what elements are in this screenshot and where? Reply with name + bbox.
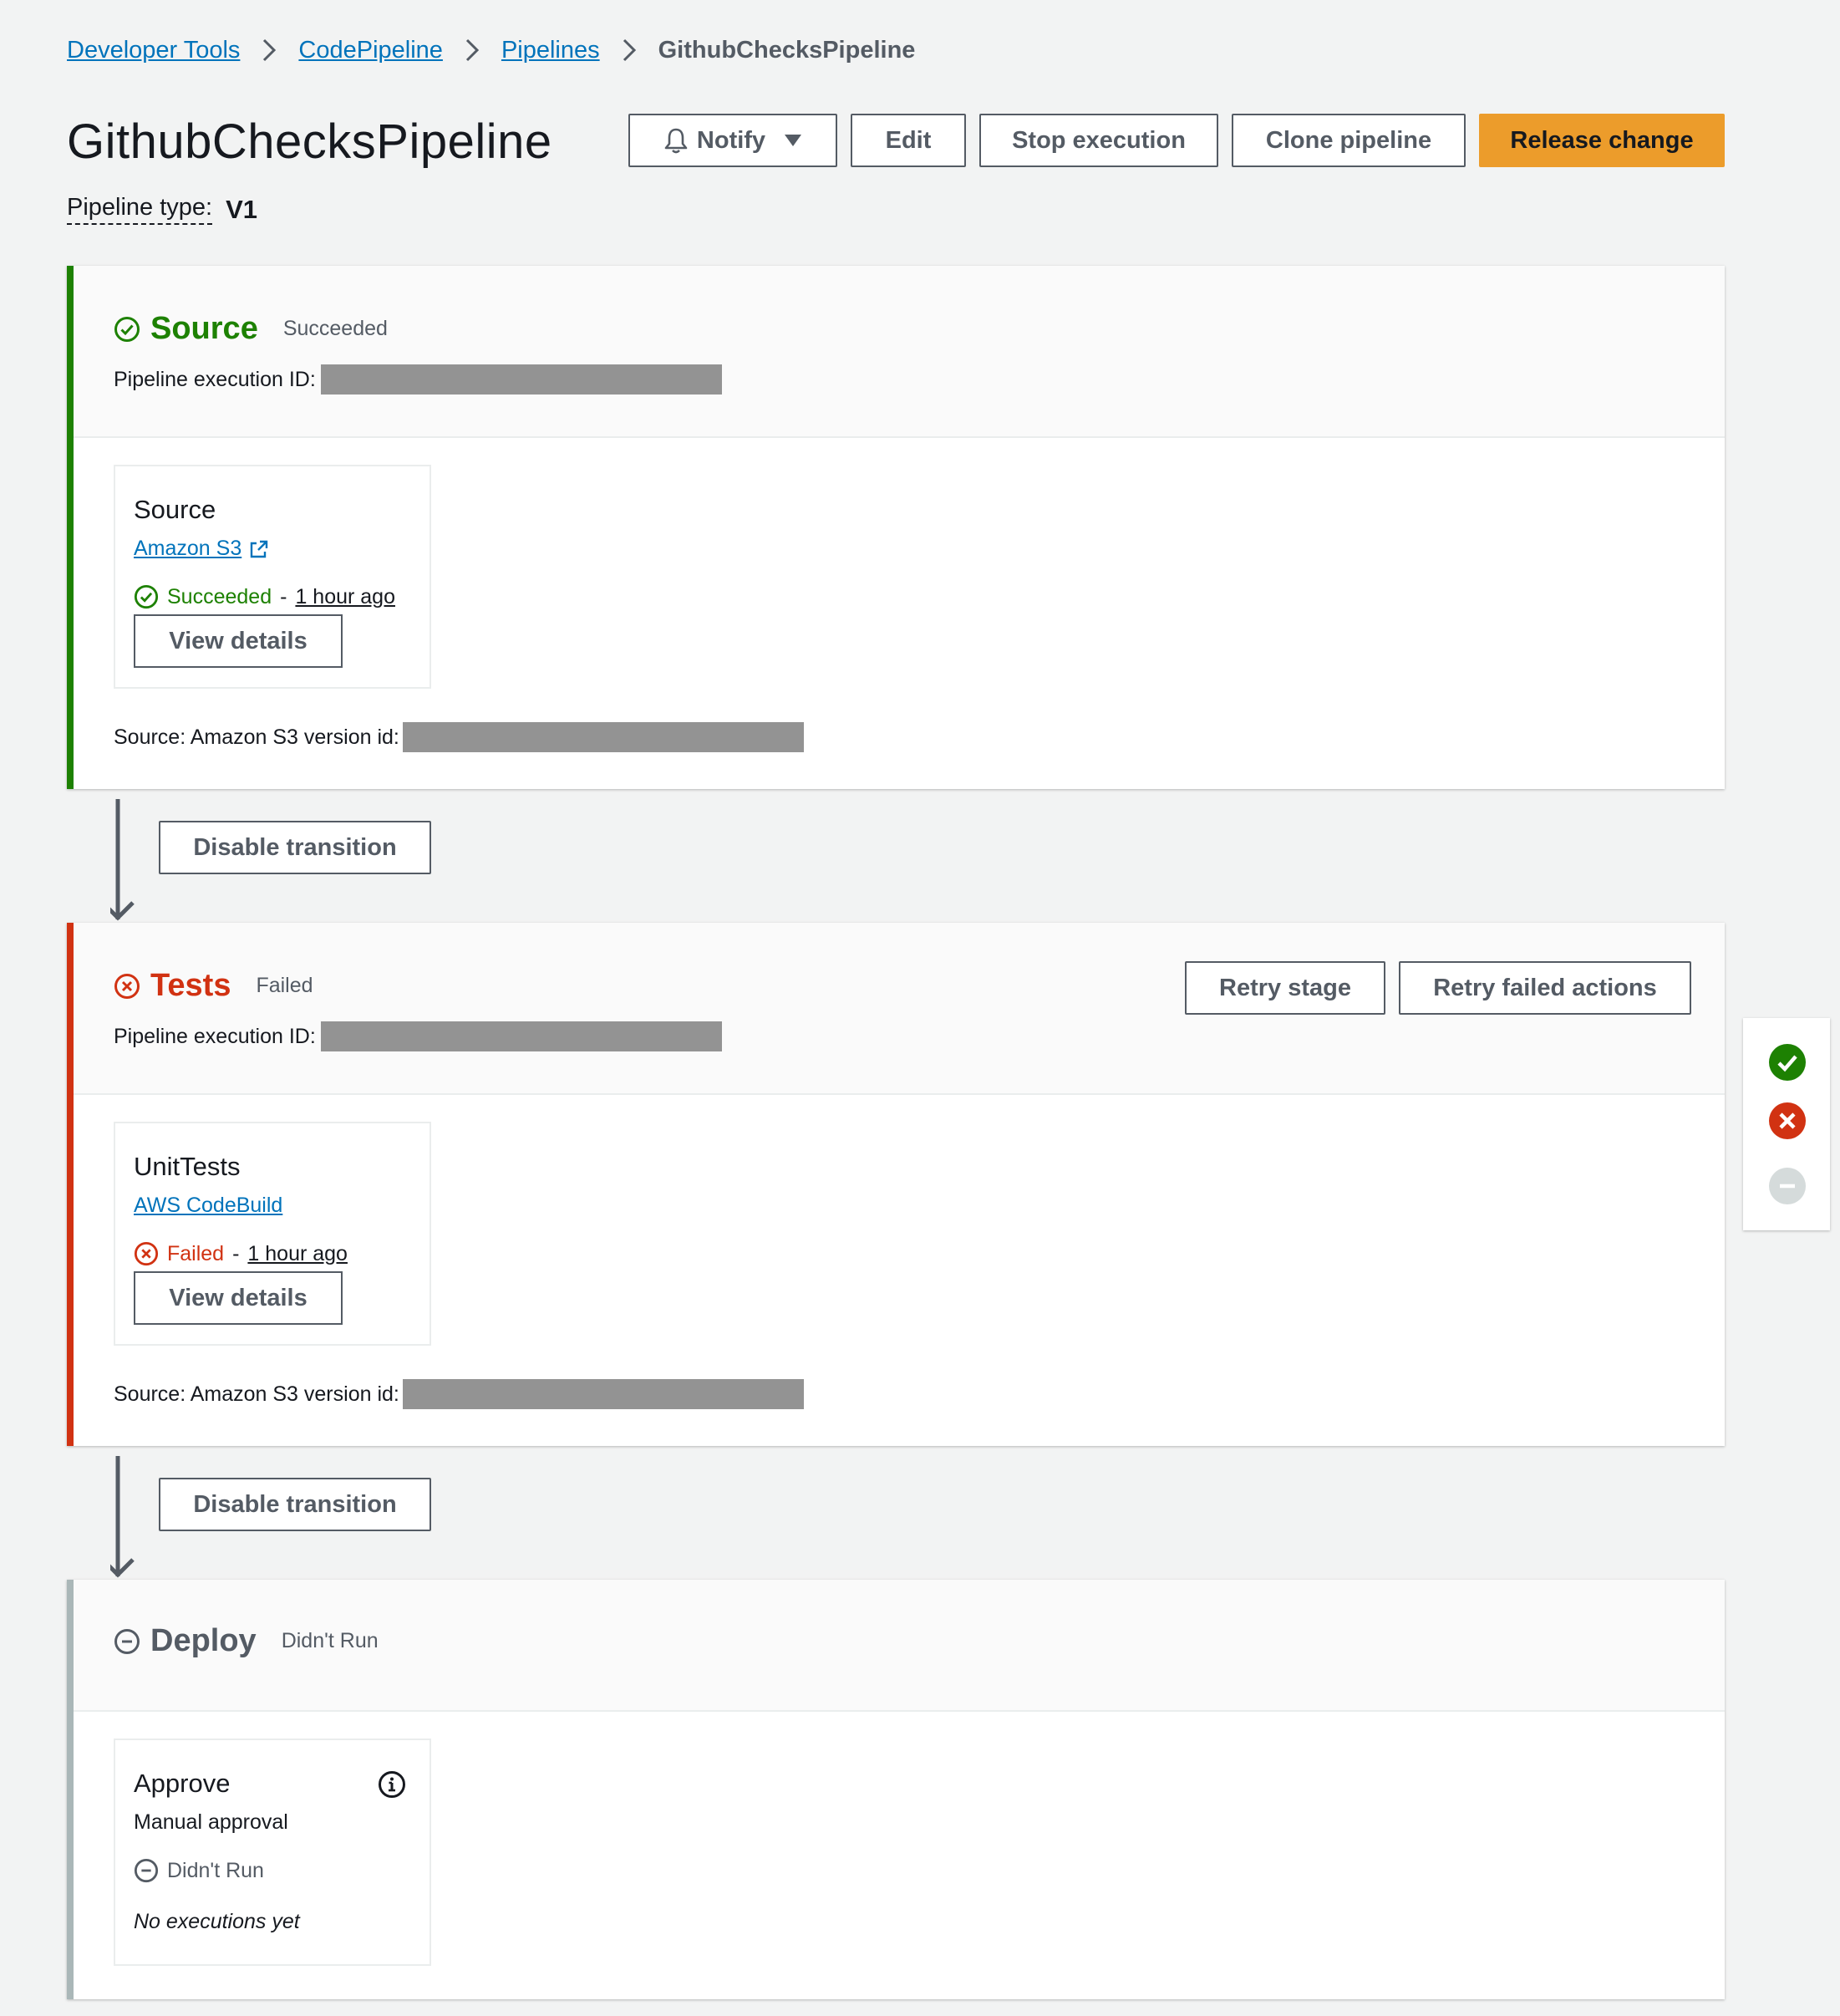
transition-arrow	[101, 799, 147, 925]
action-card-approve: Approve Manual approval Didn't Run No ex…	[114, 1739, 431, 1966]
stage-source: Source Succeeded Pipeline execution ID: …	[67, 266, 1725, 789]
no-executions-note: No executions yet	[134, 1910, 300, 1933]
info-icon[interactable]	[378, 1770, 406, 1799]
view-details-button[interactable]: View details	[134, 1271, 343, 1325]
action-provider: Manual approval	[134, 1810, 288, 1834]
action-time[interactable]: 1 hour ago	[295, 585, 395, 609]
breadcrumb: Developer Tools CodePipeline Pipelines G…	[67, 33, 915, 67]
action-time[interactable]: 1 hour ago	[247, 1242, 348, 1266]
view-details-button[interactable]: View details	[134, 614, 343, 668]
redacted-execution-id	[320, 364, 722, 395]
chevron-right-icon	[465, 38, 480, 63]
stage-status: Failed	[256, 974, 313, 997]
breadcrumb-developer-tools[interactable]: Developer Tools	[67, 37, 240, 64]
redacted-version-id	[402, 722, 804, 752]
status-legend	[1743, 1018, 1830, 1230]
stage-tests: Tests Failed Pipeline execution ID: Retr…	[67, 923, 1725, 1446]
edit-button[interactable]: Edit	[851, 114, 966, 167]
chevron-right-icon	[622, 38, 637, 63]
retry-failed-actions-button[interactable]: Retry failed actions	[1399, 961, 1691, 1015]
stage-header: Source Succeeded Pipeline execution ID:	[74, 266, 1725, 438]
stage-header: Tests Failed Pipeline execution ID: Retr…	[74, 923, 1725, 1095]
breadcrumb-pipelines[interactable]: Pipelines	[501, 37, 600, 64]
chevron-right-icon	[262, 38, 277, 63]
source-version-label: Source: Amazon S3 version id:	[114, 1382, 399, 1406]
page-title: GithubChecksPipeline	[67, 115, 552, 169]
breadcrumb-current: GithubChecksPipeline	[658, 36, 916, 64]
success-icon	[1768, 1043, 1807, 1086]
pipeline-type-label[interactable]: Pipeline type:	[67, 194, 213, 225]
redacted-version-id	[402, 1379, 804, 1409]
action-name: Approve	[134, 1769, 231, 1798]
source-version-label: Source: Amazon S3 version id:	[114, 725, 399, 749]
didnt-run-icon	[114, 1628, 140, 1655]
disable-transition-button[interactable]: Disable transition	[159, 1478, 431, 1531]
stage-status: Didn't Run	[281, 1629, 379, 1652]
notify-button[interactable]: Notify	[628, 114, 837, 167]
action-provider-link[interactable]: Amazon S3	[134, 537, 241, 561]
didnt-run-icon	[1768, 1167, 1807, 1209]
stage-status: Succeeded	[282, 317, 388, 340]
action-status: Didn't Run	[167, 1858, 264, 1882]
caret-down-icon	[784, 134, 802, 147]
execution-id-label: Pipeline execution ID:	[114, 367, 316, 391]
didnt-run-icon	[134, 1858, 159, 1883]
stage-header: Deploy Didn't Run	[74, 1580, 1725, 1712]
failed-icon	[114, 973, 140, 1000]
pipeline-type: Pipeline type: V1	[67, 194, 257, 225]
action-status: Failed	[167, 1241, 225, 1265]
bell-icon	[663, 127, 689, 154]
pipeline-type-value: V1	[226, 194, 258, 224]
action-card-source: Source Amazon S3 Succeeded - 1 hour ago …	[114, 465, 431, 689]
success-icon	[134, 584, 159, 609]
redacted-execution-id	[320, 1021, 722, 1051]
execution-id-label: Pipeline execution ID:	[114, 1024, 316, 1048]
external-link-icon[interactable]	[250, 540, 268, 558]
release-change-button[interactable]: Release change	[1479, 114, 1725, 167]
transition-arrow	[101, 1456, 147, 1582]
action-status: Succeeded	[167, 584, 272, 608]
failed-icon	[134, 1241, 159, 1266]
breadcrumb-codepipeline[interactable]: CodePipeline	[298, 37, 443, 64]
retry-stage-button[interactable]: Retry stage	[1185, 961, 1385, 1015]
notify-label: Notify	[696, 126, 766, 154]
action-provider-link[interactable]: AWS CodeBuild	[134, 1194, 282, 1218]
action-name: Source	[134, 495, 216, 524]
stage-deploy: Deploy Didn't Run Approve Manual approva…	[67, 1580, 1725, 1999]
stage-name: Source	[150, 311, 258, 346]
stage-name: Deploy	[150, 1623, 257, 1658]
stage-name: Tests	[150, 968, 231, 1003]
failed-icon	[1768, 1102, 1807, 1144]
disable-transition-button[interactable]: Disable transition	[159, 821, 431, 874]
action-card-unittests: UnitTests AWS CodeBuild Failed - 1 hour …	[114, 1122, 431, 1346]
action-name: UnitTests	[134, 1152, 241, 1181]
success-icon	[114, 316, 140, 343]
clone-pipeline-button[interactable]: Clone pipeline	[1232, 114, 1466, 167]
stop-execution-button[interactable]: Stop execution	[979, 114, 1218, 167]
